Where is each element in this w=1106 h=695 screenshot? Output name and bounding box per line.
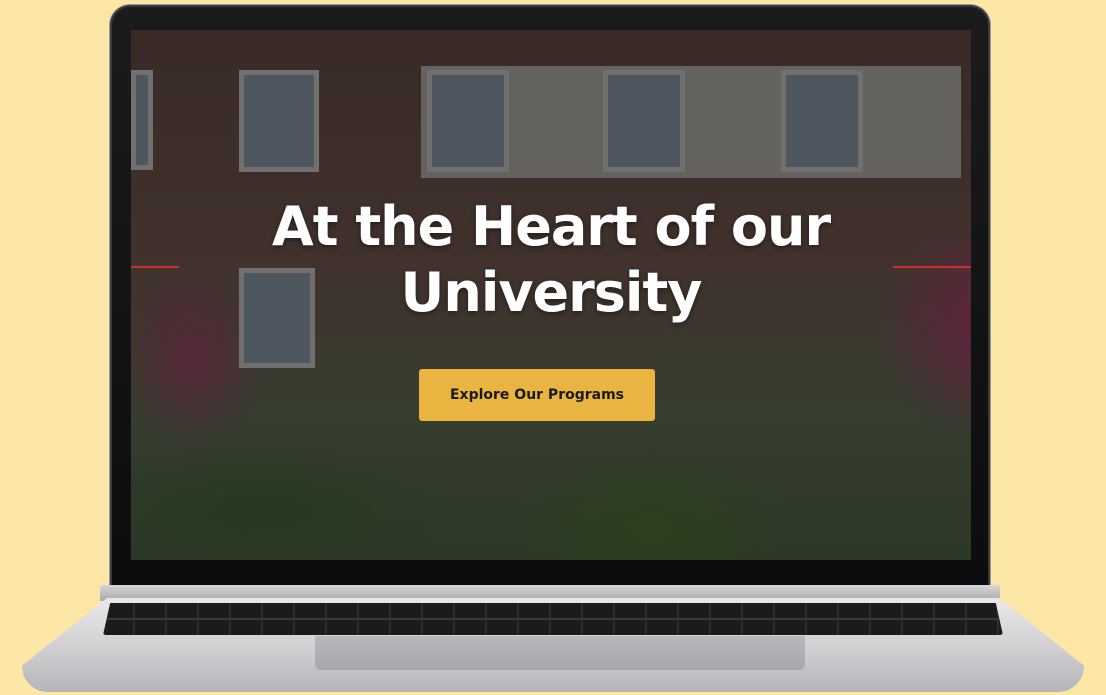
laptop-mockup: At the Heart of our University Explore O…	[0, 0, 1106, 695]
trackpad	[315, 636, 805, 670]
explore-programs-button[interactable]: Explore Our Programs	[419, 369, 655, 421]
hero-title-line1: At the Heart of our	[271, 195, 831, 258]
website-screen: At the Heart of our University Explore O…	[131, 30, 971, 560]
hero-title: At the Heart of our University	[131, 194, 971, 326]
keyboard	[103, 603, 1003, 635]
hero-title-line2: University	[400, 261, 703, 324]
